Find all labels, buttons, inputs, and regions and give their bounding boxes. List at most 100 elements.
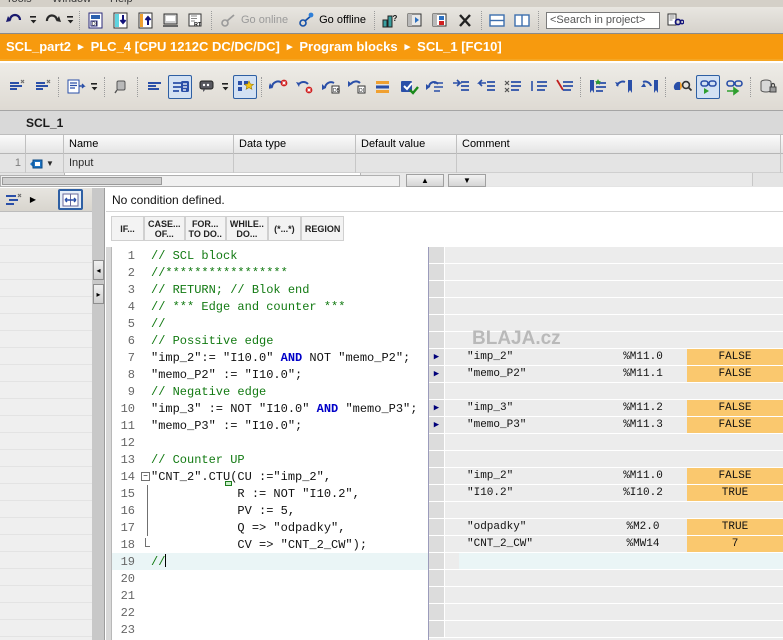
code-line-text[interactable]: Q => "odpadky",	[151, 521, 345, 535]
monitoring-from-here-button[interactable]	[722, 75, 746, 99]
table-row[interactable]: 1 ▼ Input	[0, 154, 783, 173]
kw-while-button[interactable]: WHILE.. DO...	[225, 216, 268, 241]
indent-button[interactable]	[448, 75, 472, 99]
undo-button[interactable]	[3, 9, 26, 32]
resize-columns-button[interactable]	[58, 189, 83, 210]
condition-bar[interactable]: No condition defined.	[106, 188, 783, 212]
code-line[interactable]: 20	[112, 570, 432, 587]
monitor-row[interactable]	[429, 434, 783, 451]
code-line[interactable]: 3 // RETURN; // Blok end	[112, 281, 432, 298]
update-block-call-button[interactable]: DB	[318, 75, 342, 99]
monitor-row[interactable]	[429, 315, 783, 332]
monitor-row[interactable]	[429, 264, 783, 281]
code-fold-toggle[interactable]: −	[140, 472, 151, 481]
monitor-row[interactable]	[429, 621, 783, 638]
redo-button[interactable]	[40, 9, 63, 32]
download-to-device-button[interactable]	[109, 9, 132, 32]
delete-call-button[interactable]	[292, 75, 316, 99]
code-line[interactable]: 6 // Possitive edge	[112, 332, 432, 349]
outdent-button[interactable]	[474, 75, 498, 99]
uncomment-lines-button[interactable]	[552, 75, 576, 99]
menu-item-help[interactable]: Help	[110, 0, 133, 5]
update-interface-button[interactable]: DI	[344, 75, 368, 99]
insert-network-dropdown[interactable]	[89, 75, 100, 99]
go-online-button[interactable]: Go online	[216, 9, 292, 32]
code-line-text[interactable]: "CNT_2".CTU(CU :="imp_2",	[151, 470, 331, 484]
code-line[interactable]: 9 // Negative edge	[112, 383, 432, 400]
monitor-row[interactable]: "I10.2" %I10.2 TRUE	[429, 485, 783, 502]
start-cpu-button[interactable]: RT	[184, 9, 207, 32]
kw-region-button[interactable]: REGION	[300, 216, 345, 241]
expand-arrow-icon[interactable]: ▶	[429, 400, 445, 417]
close-all-button[interactable]	[454, 9, 477, 32]
redo-dropdown[interactable]	[65, 9, 75, 32]
menu-item-window[interactable]: Window	[52, 0, 91, 5]
code-line[interactable]: 23	[112, 621, 432, 638]
row-data-type[interactable]	[234, 154, 356, 173]
next-bookmark-button[interactable]	[637, 75, 661, 99]
splitter-collapse-right-button[interactable]: ▸	[93, 284, 104, 304]
monitor-row[interactable]	[429, 451, 783, 468]
code-line[interactable]: 13 // Counter UP	[112, 451, 432, 468]
code-line-text[interactable]: PV := 5,	[151, 504, 295, 518]
search-in-project-input[interactable]: <Search in project>	[545, 11, 660, 29]
reorganize-button[interactable]	[370, 75, 394, 99]
code-line-text[interactable]: // Counter UP	[151, 453, 245, 467]
collapse-minus-icon[interactable]: −	[141, 472, 150, 481]
code-line-text[interactable]: CV => "CNT_2_CW");	[151, 538, 367, 552]
show-all-tags-button[interactable]	[142, 75, 166, 99]
col-header-comment[interactable]: Comment	[457, 135, 781, 154]
monitor-row[interactable]	[429, 502, 783, 519]
code-line[interactable]: 17 Q => "odpadky",	[112, 519, 432, 536]
code-line-text[interactable]: "imp_3" := NOT "I10.0" AND "memo_P3";	[151, 402, 417, 416]
comment-lines-button[interactable]	[526, 75, 550, 99]
code-line-text[interactable]: // *** Edge and counter ***	[151, 300, 345, 314]
interface-horizontal-scrollbar[interactable]	[0, 175, 400, 187]
test-button[interactable]	[670, 75, 694, 99]
favorites-button[interactable]	[233, 74, 257, 99]
code-line-text[interactable]: "imp_2":= "I10.0" AND NOT "memo_P2";	[151, 351, 410, 365]
collapse-all-button[interactable]	[4, 75, 28, 99]
code-line[interactable]: 14− "CNT_2".CTU(CU :="imp_2",	[112, 468, 432, 485]
code-line-text[interactable]: // SCL block	[151, 249, 237, 263]
split-horizontal-button[interactable]	[486, 9, 509, 32]
open-editor-button[interactable]	[404, 9, 427, 32]
monitor-row[interactable]: "odpadky" %M2.0 TRUE	[429, 519, 783, 536]
expand-panel-button[interactable]: ▶	[26, 195, 40, 204]
code-line[interactable]: 5 //	[112, 315, 432, 332]
breadcrumb-item-project[interactable]: SCL_part2	[6, 39, 71, 54]
monitor-row[interactable]: ▶ "imp_3" %M11.2 FALSE	[429, 400, 783, 417]
monitor-row[interactable]	[429, 247, 783, 264]
monitor-row[interactable]	[429, 553, 783, 570]
consistency-check-button[interactable]	[396, 75, 420, 99]
kw-comment-button[interactable]: (*...*)	[267, 216, 301, 241]
close-editor-button[interactable]	[429, 9, 452, 32]
code-line[interactable]: 4 // *** Edge and counter ***	[112, 298, 432, 315]
block-protection-button[interactable]	[755, 75, 779, 99]
code-line[interactable]: 15 R := NOT "I10.2",	[112, 485, 432, 502]
code-line[interactable]: 16 PV := 5,	[112, 502, 432, 519]
absolute-symbolic-button[interactable]	[109, 75, 133, 99]
code-line[interactable]: 19 //	[112, 553, 432, 570]
expand-arrow-icon[interactable]: ▶	[429, 349, 445, 366]
goto-button[interactable]	[422, 75, 446, 99]
monitor-row[interactable]: ▶ "memo_P3" %M11.3 FALSE	[429, 417, 783, 434]
compile-button[interactable]: DI	[84, 9, 107, 32]
code-line-text[interactable]: "memo_P2" := "I10.0";	[151, 368, 302, 382]
menu-item-tools[interactable]: Tools	[6, 0, 32, 5]
code-line-text[interactable]: //	[151, 317, 165, 331]
code-line[interactable]: 1 // SCL block	[112, 247, 432, 264]
code-line[interactable]: 2 //*****************	[112, 264, 432, 281]
monitor-row[interactable]: "imp_2" %M11.0 FALSE	[429, 468, 783, 485]
monitor-row[interactable]	[429, 383, 783, 400]
scrollbar-thumb[interactable]	[2, 177, 162, 185]
code-line[interactable]: 18 CV => "CNT_2_CW");	[112, 536, 432, 553]
toggle-bookmark-button[interactable]	[585, 75, 609, 99]
col-header-default-value[interactable]: Default value	[356, 135, 457, 154]
network-comments-dropdown[interactable]	[220, 75, 231, 99]
code-line[interactable]: 8 "memo_P2" := "I10.0";	[112, 366, 432, 383]
interface-nav-down-button[interactable]: ▼	[448, 174, 486, 187]
interface-outline-button[interactable]	[0, 193, 26, 207]
monitor-row[interactable]: ▶ "imp_2" %M11.0 FALSE	[429, 349, 783, 366]
kw-if-button[interactable]: IF...	[111, 216, 144, 241]
